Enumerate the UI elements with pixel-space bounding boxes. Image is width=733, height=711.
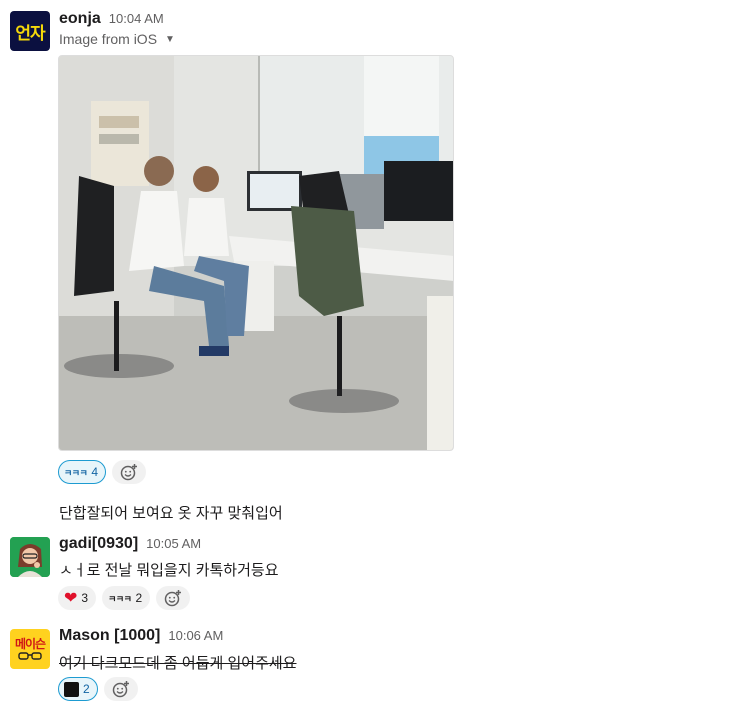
timestamp[interactable]: 10:06 AM	[168, 628, 223, 643]
message-header: gadi[0930] 10:05 AM	[59, 535, 201, 553]
avatar-eonja[interactable]: 언자	[10, 11, 50, 51]
reaction-kkk-emoji: ㅋㅋㅋ	[108, 594, 132, 605]
reaction-count: 2	[83, 682, 90, 696]
add-emoji-icon	[164, 590, 182, 607]
reaction-count: 3	[81, 591, 89, 605]
glasses-icon	[18, 652, 42, 660]
add-reaction-button[interactable]	[103, 677, 138, 701]
black-square-icon	[64, 681, 79, 697]
message-mason: 메이슨 Mason [1000] 10:06 AM 여기 다크모드데 좀 어둡게…	[0, 627, 733, 711]
avatar-gadi[interactable]	[10, 537, 50, 577]
add-reaction-button[interactable]	[156, 586, 191, 610]
message-header: eonja 10:04 AM	[59, 10, 164, 28]
reaction-kkk-emoji: ㅋㅋㅋ	[64, 468, 88, 479]
file-label[interactable]: Image from iOS ▼	[59, 31, 175, 47]
message-header: Mason [1000] 10:06 AM	[59, 627, 223, 645]
author-name[interactable]: Mason [1000]	[59, 627, 160, 645]
heart-icon: ❤	[64, 588, 78, 607]
avatar-mason-text: 메이슨	[14, 637, 46, 651]
reaction-count: 2	[135, 591, 143, 605]
message-eonja: 언자 eonja 10:04 AM Image from iOS ▼ ㅋㅋㅋ 4	[0, 0, 733, 500]
reactions-bar: 2	[58, 677, 138, 701]
reaction-count: 4	[91, 465, 99, 479]
reaction-heart[interactable]: ❤ 3	[58, 586, 97, 610]
reactions-bar: ❤ 3 ㅋㅋㅋ 2	[58, 586, 191, 610]
avatar-eonja-text: 언자	[15, 23, 45, 44]
author-name[interactable]: eonja	[59, 10, 101, 28]
message-text: ㅅㅓ로 전날 뭐입을지 카톡하거등요	[59, 562, 279, 579]
message-gadi: gadi[0930] 10:05 AM ㅅㅓ로 전날 뭐입을지 카톡하거등요 ❤…	[0, 535, 733, 615]
add-emoji-icon	[112, 681, 129, 698]
reactions-bar: ㅋㅋㅋ 4	[58, 460, 147, 484]
message-text: 여기 다크모드데 좀 어둡게 입어주세요	[59, 655, 297, 672]
office-photo-illustration	[59, 56, 453, 450]
add-emoji-icon	[120, 464, 138, 481]
avatar-gadi-illustration	[10, 537, 50, 577]
attached-photo[interactable]	[58, 55, 454, 451]
reaction-black-square[interactable]: 2	[58, 677, 98, 701]
timestamp[interactable]: 10:04 AM	[109, 11, 164, 26]
add-reaction-button[interactable]	[112, 460, 147, 484]
author-name[interactable]: gadi[0930]	[59, 535, 138, 553]
message-text: 단합잘되어 보여요 옷 자꾸 맞춰입어	[59, 505, 283, 522]
reaction-kkk[interactable]: ㅋㅋㅋ 4	[58, 460, 107, 484]
timestamp[interactable]: 10:05 AM	[146, 536, 201, 551]
caret-down-icon[interactable]: ▼	[165, 34, 175, 45]
reaction-kkk[interactable]: ㅋㅋㅋ 2	[102, 586, 151, 610]
file-label-text: Image from iOS	[59, 31, 158, 47]
avatar-mason[interactable]: 메이슨	[10, 629, 50, 669]
